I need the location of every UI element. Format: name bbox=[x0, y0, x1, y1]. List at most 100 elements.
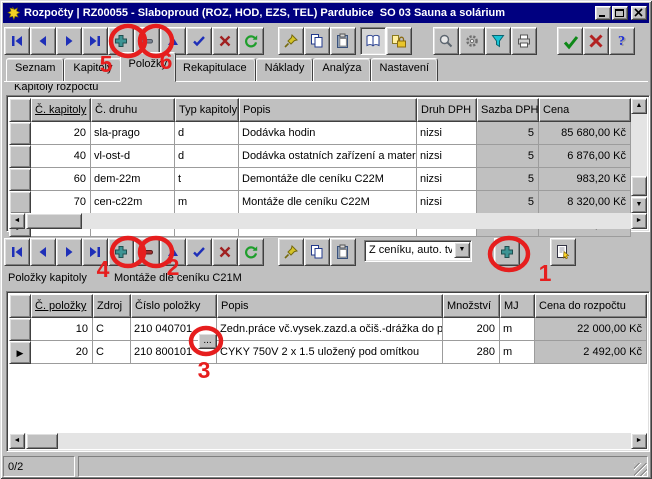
first-record-button[interactable] bbox=[4, 27, 30, 55]
column-header[interactable]: Č. kapitoly bbox=[31, 98, 91, 122]
cancel-edit-button[interactable] bbox=[212, 27, 238, 55]
cell[interactable]: 280 bbox=[443, 341, 500, 364]
items-insert-record-button[interactable] bbox=[108, 238, 134, 266]
row-indicator[interactable] bbox=[9, 122, 31, 145]
resize-grip[interactable] bbox=[634, 463, 647, 476]
cell[interactable]: Dodávka hodin bbox=[239, 122, 417, 145]
column-header[interactable]: Popis bbox=[239, 98, 417, 122]
cell[interactable]: C bbox=[93, 341, 131, 364]
cell[interactable]: nizsi bbox=[417, 191, 477, 214]
cell[interactable]: Zedn.práce vč.vysek.zazd.a očiš.-drážka … bbox=[217, 318, 443, 341]
column-header[interactable]: Cena bbox=[539, 98, 631, 122]
scroll-up-button[interactable]: ▲ bbox=[631, 98, 647, 114]
cell[interactable]: 70 bbox=[31, 191, 91, 214]
scrollbar-thumb[interactable] bbox=[26, 213, 82, 229]
tab-polozky[interactable]: Položky bbox=[120, 52, 177, 82]
last-record-button[interactable] bbox=[82, 27, 108, 55]
scroll-left-button[interactable]: ◄ bbox=[9, 433, 25, 449]
items-cancel-edit-button[interactable] bbox=[212, 238, 238, 266]
cell[interactable]: C bbox=[93, 318, 131, 341]
cell[interactable]: 983,20 Kč bbox=[539, 168, 631, 191]
scroll-right-button[interactable]: ► bbox=[631, 213, 647, 229]
print-button[interactable] bbox=[511, 27, 537, 55]
insert-item-button[interactable] bbox=[494, 238, 520, 266]
cell[interactable]: m bbox=[500, 318, 535, 341]
column-header[interactable]: Popis bbox=[217, 294, 443, 318]
insert-mode-combobox[interactable]: Z ceníku, auto. tvorba ▼ bbox=[364, 240, 472, 262]
tab-nastaveni[interactable]: Nastavení bbox=[371, 58, 439, 82]
cell[interactable]: 10 bbox=[31, 318, 93, 341]
tab-analyza[interactable]: Analýza bbox=[313, 58, 370, 82]
post-edit-button[interactable] bbox=[186, 27, 212, 55]
main-insert-record-button[interactable] bbox=[108, 27, 134, 55]
column-header[interactable]: Sazba DPH bbox=[477, 98, 539, 122]
cell[interactable]: 20 bbox=[31, 122, 91, 145]
pin-button[interactable] bbox=[278, 27, 304, 55]
items-refresh-button[interactable] bbox=[238, 238, 264, 266]
copy-button[interactable] bbox=[304, 27, 330, 55]
cell[interactable]: t bbox=[175, 168, 239, 191]
tab-seznam[interactable]: Seznam bbox=[6, 58, 64, 82]
cell[interactable]: nizsi bbox=[417, 168, 477, 191]
cell[interactable]: 85 680,00 Kč bbox=[539, 122, 631, 145]
main-delete-record-button[interactable] bbox=[134, 27, 160, 55]
column-header[interactable]: MJ bbox=[500, 294, 535, 318]
confirm-button[interactable] bbox=[557, 27, 583, 55]
minimize-button[interactable] bbox=[595, 6, 611, 20]
close-button[interactable] bbox=[631, 6, 647, 20]
column-header[interactable]: Druh DPH bbox=[417, 98, 477, 122]
cell[interactable]: Dodávka ostatních zařízení a materiálu bbox=[239, 145, 417, 168]
scroll-left-button[interactable]: ◄ bbox=[9, 213, 25, 229]
items-last-record-button[interactable] bbox=[82, 238, 108, 266]
cell[interactable]: d bbox=[175, 145, 239, 168]
scroll-right-button[interactable]: ► bbox=[631, 433, 647, 449]
cell[interactable]: nizsi bbox=[417, 122, 477, 145]
lock-button[interactable] bbox=[386, 27, 412, 55]
column-header[interactable]: Typ kapitoly bbox=[175, 98, 239, 122]
cell[interactable]: 60 bbox=[31, 168, 91, 191]
column-header[interactable]: Množství bbox=[443, 294, 500, 318]
cell[interactable]: 2 492,00 Kč bbox=[535, 341, 647, 364]
cell[interactable]: 5 bbox=[477, 168, 539, 191]
cell[interactable]: cen-c22m bbox=[91, 191, 175, 214]
refresh-button[interactable] bbox=[238, 27, 264, 55]
cell[interactable]: 20 bbox=[31, 341, 93, 364]
items-pin-button[interactable] bbox=[278, 238, 304, 266]
column-header[interactable]: Číslo položky bbox=[131, 294, 217, 318]
items-copy-button[interactable] bbox=[304, 238, 330, 266]
scroll-down-button[interactable]: ▼ bbox=[631, 197, 647, 213]
items-edit-record-button[interactable] bbox=[160, 238, 186, 266]
tab-kapitoly[interactable]: Kapitoly bbox=[64, 58, 121, 82]
column-header[interactable]: Zdroj bbox=[93, 294, 131, 318]
cell[interactable]: m bbox=[500, 341, 535, 364]
cell[interactable]: m bbox=[175, 191, 239, 214]
paste-button[interactable] bbox=[330, 27, 356, 55]
cell[interactable]: 40 bbox=[31, 145, 91, 168]
prior-record-button[interactable] bbox=[30, 27, 56, 55]
open-book-button[interactable] bbox=[360, 27, 386, 55]
edit-record-button[interactable] bbox=[160, 27, 186, 55]
search-button[interactable] bbox=[433, 27, 459, 55]
column-header[interactable]: Č. položky bbox=[31, 294, 93, 318]
items-post-edit-button[interactable] bbox=[186, 238, 212, 266]
items-first-record-button[interactable] bbox=[4, 238, 30, 266]
cell[interactable]: dem-22m bbox=[91, 168, 175, 191]
vertical-scrollbar[interactable]: ▲ ▼ bbox=[631, 98, 647, 213]
edit-document-button[interactable] bbox=[550, 238, 576, 266]
maximize-button[interactable] bbox=[612, 6, 628, 20]
row-indicator[interactable]: ▶ bbox=[9, 341, 31, 364]
scrollbar-thumb[interactable] bbox=[26, 433, 58, 449]
row-indicator[interactable] bbox=[9, 191, 31, 214]
chevron-down-icon[interactable]: ▼ bbox=[454, 242, 470, 258]
items-prior-record-button[interactable] bbox=[30, 238, 56, 266]
scrollbar-thumb[interactable] bbox=[631, 176, 647, 196]
cell[interactable]: Demontáže dle ceníku C22M bbox=[239, 168, 417, 191]
cell[interactable]: 6 876,00 Kč bbox=[539, 145, 631, 168]
cell[interactable]: 5 bbox=[477, 122, 539, 145]
title-bar[interactable]: Rozpočty | RZ00055 - Slaboproud (ROZ, HO… bbox=[3, 3, 649, 23]
column-header[interactable]: Cena do rozpočtu bbox=[535, 294, 647, 318]
gear-button[interactable] bbox=[459, 27, 485, 55]
cell[interactable]: d bbox=[175, 122, 239, 145]
tab-naklady[interactable]: Náklady bbox=[256, 58, 314, 82]
tab-rekapitulace[interactable]: Rekapitulace bbox=[174, 58, 256, 82]
